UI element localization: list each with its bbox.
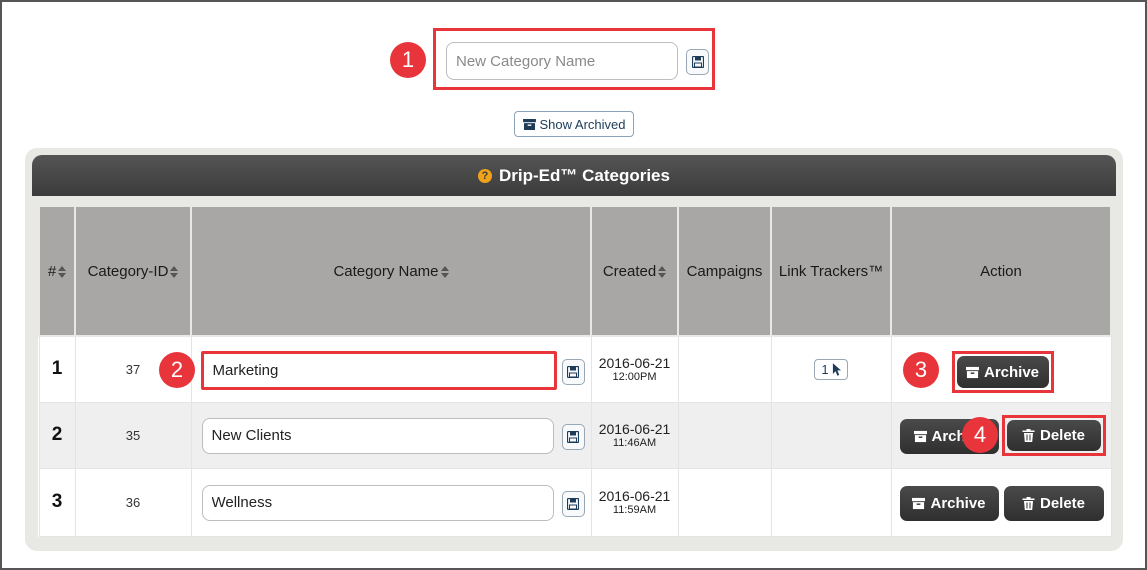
sort-arrows-icon <box>170 265 179 278</box>
archive-button[interactable]: Archive <box>956 356 1049 388</box>
table-header-row: # Category-ID Category Name Created Camp… <box>38 205 1112 337</box>
created-cell: 2016-06-21 11:59AM <box>590 467 679 537</box>
callout-badge-1: 1 <box>390 42 426 78</box>
callout-badge-3: 3 <box>903 352 939 388</box>
sort-arrows-icon <box>440 265 449 278</box>
question-circle-icon[interactable]: ? <box>478 168 492 183</box>
archive-box-icon <box>522 118 536 130</box>
category-name-input[interactable] <box>201 417 554 454</box>
link-trackers-cell <box>770 467 892 537</box>
created-time: 11:59AM <box>612 503 657 516</box>
trash-icon <box>1022 496 1035 510</box>
column-header-category-id[interactable]: Category-ID <box>74 205 192 337</box>
row-number: 2 <box>38 401 76 469</box>
column-header-link-trackers: Link Trackers™ <box>770 205 892 337</box>
campaigns-cell <box>677 467 772 537</box>
show-archived-button[interactable]: Show Archived <box>514 111 634 137</box>
callout-badge-4: 4 <box>962 417 998 453</box>
link-trackers-cell: 1 <box>770 335 892 403</box>
action-cell: Archive Delete <box>890 401 1112 469</box>
new-category-highlight <box>433 28 715 90</box>
created-cell: 2016-06-21 11:46AM <box>590 401 679 469</box>
floppy-disk-icon <box>567 497 579 510</box>
category-name-cell <box>190 401 592 469</box>
panel-title: Drip-Ed™ Categories <box>499 165 670 185</box>
save-category-button[interactable] <box>561 490 585 517</box>
column-header-created[interactable]: Created <box>590 205 679 337</box>
archive-box-icon <box>913 430 927 442</box>
archive-button[interactable]: Archive <box>899 485 999 521</box>
trash-icon <box>1022 428 1035 442</box>
floppy-disk-icon <box>567 366 579 378</box>
table-row: 3 36 2016-06-2111:59AM <box>38 467 1112 537</box>
sort-arrows-icon <box>58 265 67 278</box>
floppy-disk-icon <box>691 56 704 68</box>
table-row: 1 37 2016-06-2112:00PM 1 <box>38 335 1112 403</box>
floppy-disk-icon <box>567 430 579 443</box>
callout-badge-2: 2 <box>159 352 195 388</box>
link-trackers-button[interactable]: 1 <box>814 358 848 380</box>
new-category-input[interactable] <box>446 42 678 80</box>
column-header-category-name[interactable]: Category Name <box>190 205 592 337</box>
action-cell: Archive Delete <box>890 467 1112 537</box>
created-time: 11:46AM <box>612 436 657 449</box>
column-header-number[interactable]: # <box>38 205 76 337</box>
category-name-input[interactable] <box>201 484 554 521</box>
panel-header: ? Drip-Ed™ Categories <box>32 155 1116 196</box>
mouse-pointer-icon <box>832 362 841 376</box>
created-time: 12:00PM <box>612 370 657 383</box>
created-date: 2016-06-21 <box>598 354 671 371</box>
category-name-input[interactable] <box>200 351 557 390</box>
show-archived-label: Show Archived <box>539 116 626 132</box>
save-category-button[interactable] <box>561 423 585 450</box>
created-date: 2016-06-21 <box>598 487 671 504</box>
categories-panel: ? Drip-Ed™ Categories # Category-ID Cate… <box>25 148 1123 551</box>
categories-table: # Category-ID Category Name Created Camp… <box>38 205 1112 537</box>
row-number: 1 <box>38 335 76 403</box>
category-name-cell <box>190 467 592 537</box>
delete-button[interactable]: Delete <box>1006 419 1101 451</box>
save-new-category-button[interactable] <box>686 49 709 75</box>
table-row: 2 35 2016-06-2111:46AM <box>38 401 1112 469</box>
created-cell: 2016-06-21 12:00PM <box>590 335 679 403</box>
created-date: 2016-06-21 <box>598 420 671 437</box>
column-header-campaigns: Campaigns <box>677 205 772 337</box>
campaigns-cell <box>677 335 772 403</box>
delete-button[interactable]: Delete <box>1003 485 1104 521</box>
category-name-cell <box>190 335 592 403</box>
archive-box-icon <box>965 366 979 378</box>
archive-box-icon <box>912 497 926 509</box>
link-trackers-cell <box>770 401 892 469</box>
save-category-button[interactable] <box>561 359 585 385</box>
column-header-action: Action <box>890 205 1112 337</box>
category-id: 35 <box>74 401 192 469</box>
sort-arrows-icon <box>658 265 667 278</box>
row-number: 3 <box>38 467 76 537</box>
category-id: 36 <box>74 467 192 537</box>
campaigns-cell <box>677 401 772 469</box>
